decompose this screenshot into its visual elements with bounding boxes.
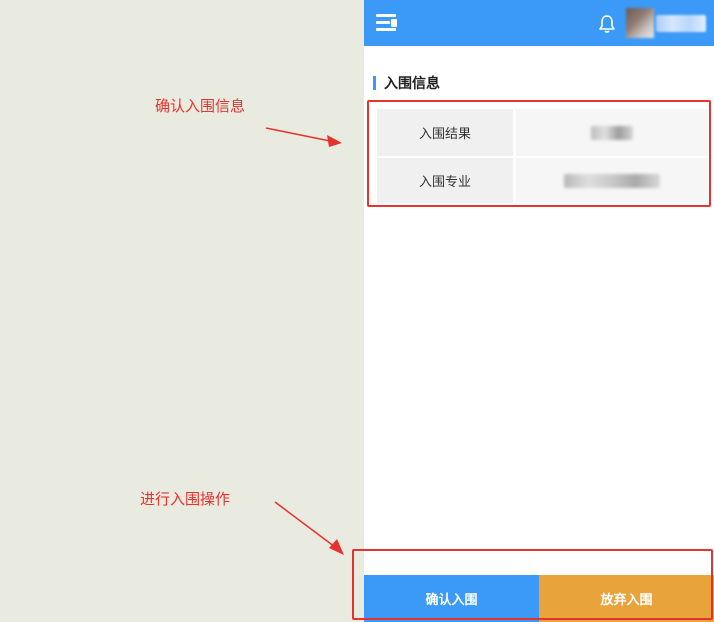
top-bar: [364, 0, 714, 46]
section-header: 入围信息: [373, 73, 440, 93]
avatar[interactable]: [626, 8, 654, 38]
menu-icon[interactable]: [376, 14, 398, 32]
username-redacted: [656, 15, 706, 32]
section-title-accent: [373, 76, 376, 90]
bell-icon[interactable]: [598, 14, 616, 34]
highlight-box-info: [367, 100, 711, 207]
highlight-box-actions: [352, 549, 713, 620]
mobile-screen: 入围信息 入围结果 入围专业: [364, 0, 714, 622]
section-title: 入围信息: [384, 76, 440, 92]
